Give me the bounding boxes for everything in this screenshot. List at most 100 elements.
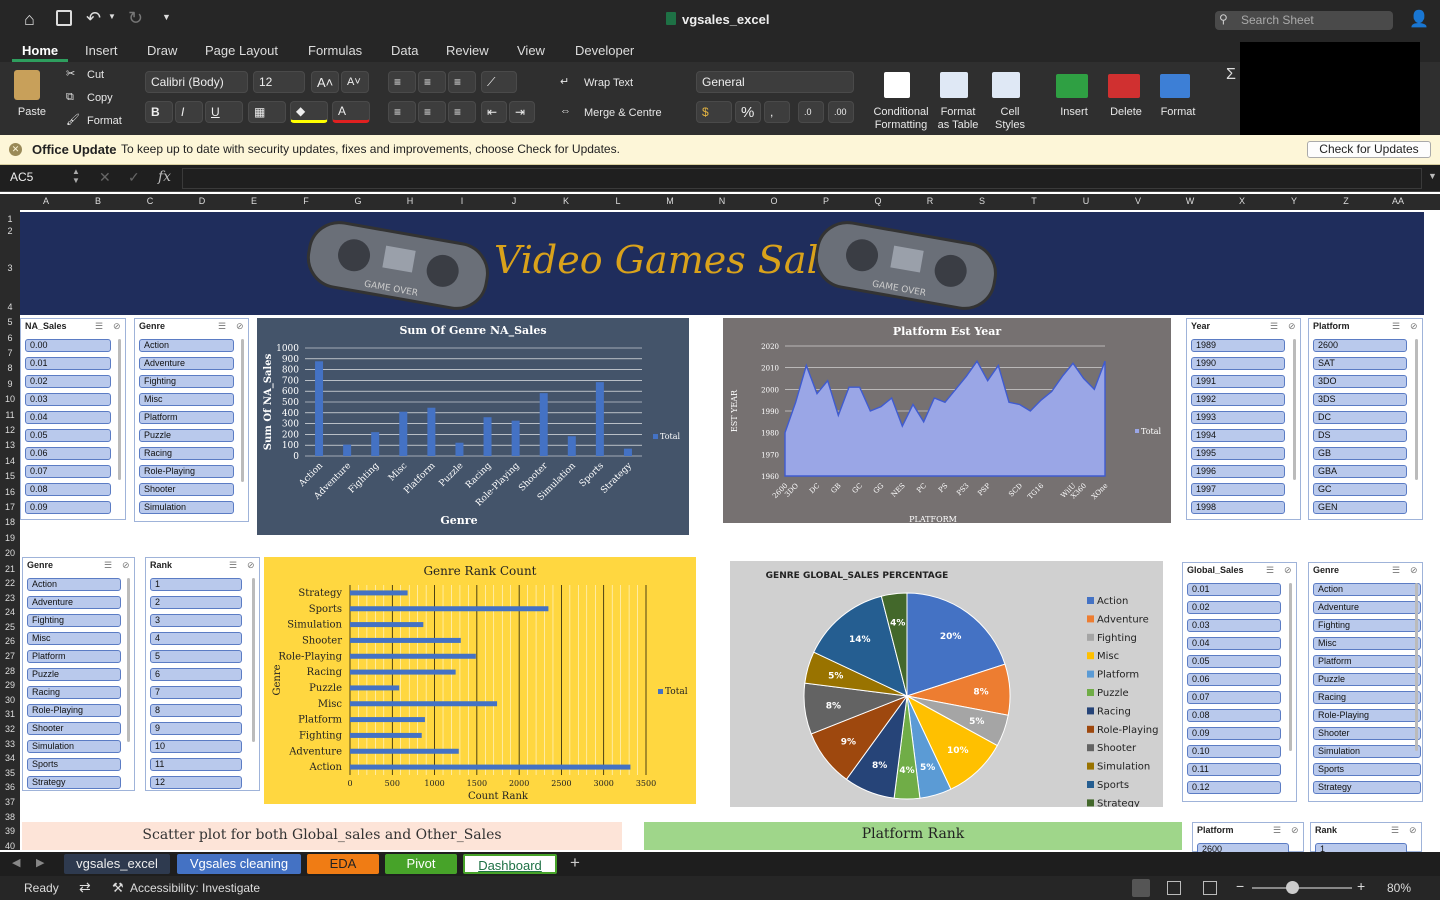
slicer-item[interactable]: 0.07 <box>1187 691 1281 704</box>
slicer-item[interactable]: 1995 <box>1191 447 1285 460</box>
chart-genre-global-sales-pie[interactable]: GENRE GLOBAL_SALES PERCENTAGE 20% 8% 5% 10% 5… <box>730 561 1163 809</box>
slicer-item[interactable]: 0.12 <box>1187 781 1281 794</box>
row-header[interactable]: 30 <box>0 695 20 705</box>
chart-genre-na-sales[interactable]: Sum Of Genre NA_Sales 0 100 200 300 400 500 600… <box>257 318 689 535</box>
slicer-item[interactable]: Fighting <box>27 614 121 627</box>
bar[interactable] <box>350 685 400 691</box>
row-header[interactable]: 10 <box>0 394 20 404</box>
slicer-item[interactable]: 5 <box>150 650 242 663</box>
row-header[interactable]: 36 <box>0 782 20 792</box>
multi-select-icon[interactable]: ☰ <box>95 321 103 332</box>
bar[interactable] <box>455 442 464 456</box>
column-header[interactable]: O <box>748 196 800 206</box>
slicer-item[interactable]: Action <box>1313 583 1421 596</box>
sheet-tab-vgsales-excel[interactable]: vgsales_excel <box>64 854 170 874</box>
sheet-tab-vgsales-cleaning[interactable]: Vgsales cleaning <box>177 854 301 874</box>
slicer-item[interactable]: Adventure <box>139 357 234 370</box>
align-top-icon[interactable]: ≡ <box>388 71 416 93</box>
sheet-grid[interactable]: GAME OVER Video Games Sales GAME OVER NA… <box>20 210 1440 856</box>
row-header[interactable]: 29 <box>0 680 20 690</box>
slicer-item[interactable]: 0.01 <box>25 357 111 370</box>
column-header[interactable]: J <box>488 196 540 206</box>
row-header[interactable]: 25 <box>0 622 20 632</box>
slicer-item[interactable]: 0.07 <box>25 465 111 478</box>
clear-filter-icon[interactable]: ⊘ <box>122 560 130 571</box>
slicer-scrollbar[interactable] <box>1289 583 1292 751</box>
row-header[interactable]: 13 <box>0 440 20 450</box>
row-header[interactable]: 23 <box>0 593 20 603</box>
row-header[interactable]: 6 <box>0 333 20 343</box>
bar[interactable] <box>511 420 520 456</box>
column-header[interactable]: V <box>1112 196 1164 206</box>
multi-select-icon[interactable]: ☰ <box>104 560 112 571</box>
slicer-year[interactable]: Year ☰ ⊘ 1989 1990 1991 1992 1993 1994 1995 1996 19… <box>1186 318 1301 520</box>
align-center-icon[interactable]: ≡ <box>418 101 446 123</box>
italic-button[interactable]: I <box>175 101 203 123</box>
slicer-item[interactable]: 3DO <box>1313 375 1407 388</box>
clear-filter-icon[interactable]: ⊘ <box>1288 321 1296 332</box>
multi-select-icon[interactable]: ☰ <box>1266 565 1274 576</box>
column-header[interactable]: R <box>904 196 956 206</box>
slicer-item[interactable]: 0.00 <box>25 339 111 352</box>
multi-select-icon[interactable]: ☰ <box>1273 825 1281 836</box>
bar[interactable] <box>427 407 436 456</box>
slicer-item[interactable]: Strategy <box>1313 781 1421 794</box>
insert-function-button[interactable]: fx <box>158 169 171 185</box>
currency-icon[interactable]: $ <box>696 101 732 123</box>
normal-view-icon[interactable] <box>1132 879 1150 897</box>
slicer-scrollbar[interactable] <box>252 578 255 742</box>
column-header[interactable]: S <box>956 196 1008 206</box>
column-header[interactable]: M <box>644 196 696 206</box>
slicer-item[interactable]: GEN <box>1313 501 1407 514</box>
dismiss-icon[interactable]: ✕ <box>9 143 22 156</box>
orientation-icon[interactable]: ⟋ <box>481 71 517 93</box>
slicer-scrollbar[interactable] <box>1293 339 1296 481</box>
slicer-item[interactable]: 0.05 <box>25 429 111 442</box>
slicer-item[interactable]: Puzzle <box>27 668 121 681</box>
slicer-global-sales[interactable]: Global_Sales ☰ ⊘ 0.01 0.02 0.03 0.04 0.05 0.06 0.… <box>1182 562 1297 802</box>
slicer-item[interactable]: Shooter <box>27 722 121 735</box>
merge-centre-button[interactable]: Merge & Centre <box>584 107 662 120</box>
bar[interactable] <box>350 748 459 754</box>
zoom-out-icon[interactable]: − <box>1236 878 1244 894</box>
bar[interactable] <box>350 701 498 707</box>
bar[interactable] <box>567 436 576 456</box>
slicer-item[interactable]: Strategy <box>27 776 121 789</box>
increase-font-icon[interactable]: A˄ <box>311 71 339 93</box>
slicer-item[interactable]: 0.10 <box>1187 745 1281 758</box>
slicer-item[interactable]: GC <box>1313 483 1407 496</box>
slicer-item[interactable]: 0.02 <box>1187 601 1281 614</box>
name-box-stepper-icon[interactable]: ▲ ▼ <box>72 167 80 185</box>
column-header[interactable]: Z <box>1320 196 1372 206</box>
tab-developer[interactable]: Developer <box>575 43 634 58</box>
slicer-item[interactable]: 0.08 <box>1187 709 1281 722</box>
slicer-item[interactable]: 0.04 <box>25 411 111 424</box>
bar[interactable] <box>350 764 631 770</box>
column-header[interactable]: U <box>1060 196 1112 206</box>
slicer-item[interactable]: 12 <box>150 776 242 789</box>
area-series[interactable] <box>784 359 1106 477</box>
name-box[interactable]: AC5 <box>10 170 33 184</box>
search-box[interactable]: ⚲ Search Sheet <box>1215 11 1393 30</box>
column-header[interactable]: C <box>124 196 176 206</box>
share-user-icon[interactable]: 👤 <box>1409 9 1429 29</box>
slicer-item[interactable]: 2 <box>150 596 242 609</box>
row-header[interactable]: 16 <box>0 487 20 497</box>
slicer-item[interactable]: Sports <box>1313 763 1421 776</box>
row-header[interactable]: 3 <box>0 263 20 273</box>
bar[interactable] <box>350 717 425 723</box>
redo-icon[interactable]: ↻ <box>128 8 143 29</box>
bold-button[interactable]: B <box>145 101 173 123</box>
slicer-item[interactable]: Role-Playing <box>27 704 121 717</box>
format-painter-icon[interactable]: 🖌 <box>66 114 80 127</box>
increase-decimal-icon[interactable]: .0 <box>798 101 824 123</box>
slicer-item[interactable]: 6 <box>150 668 242 681</box>
column-header[interactable]: AA <box>1372 196 1424 206</box>
row-header[interactable]: 1 <box>0 214 20 224</box>
next-sheet-icon[interactable]: ▶ <box>36 856 44 869</box>
row-header[interactable]: 37 <box>0 797 20 807</box>
delete-cells-icon[interactable] <box>1108 74 1140 98</box>
sheet-tab-dashboard[interactable]: Dashboard <box>463 854 557 874</box>
tab-view[interactable]: View <box>517 43 545 58</box>
bar[interactable] <box>350 669 456 675</box>
